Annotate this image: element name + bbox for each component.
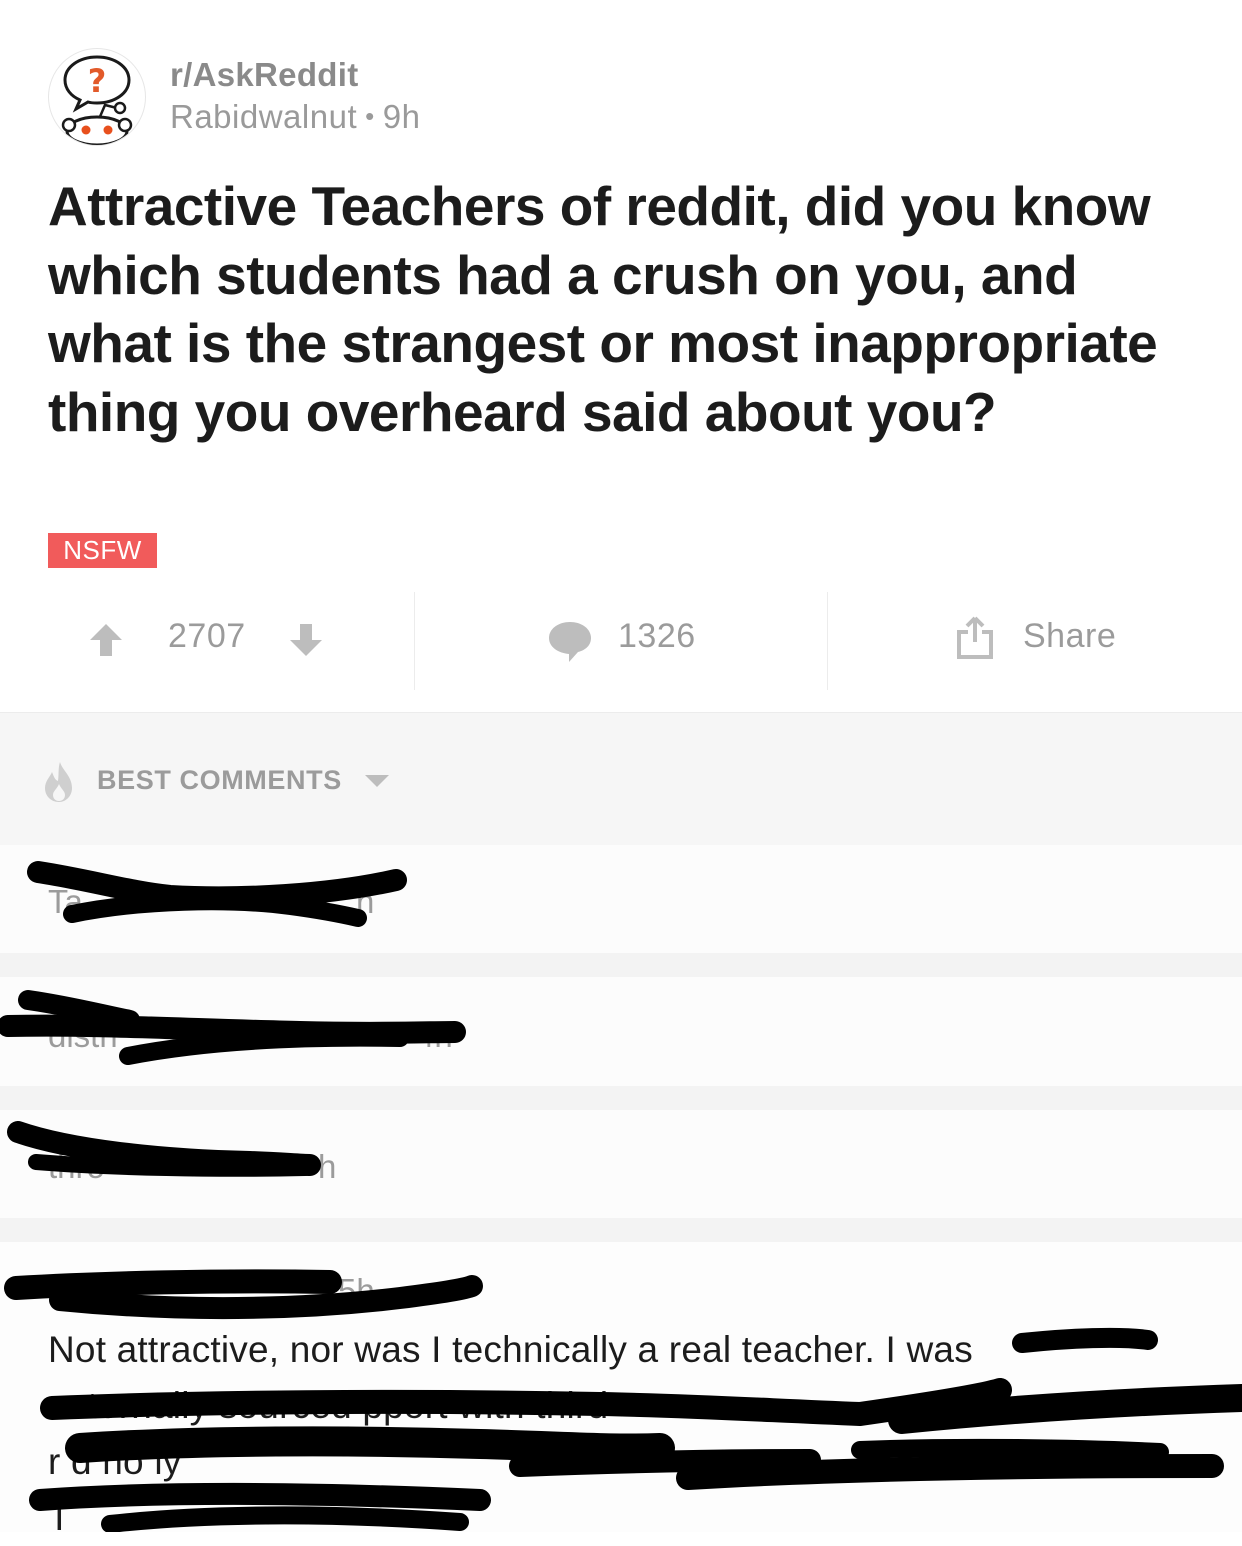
comment-author[interactable]: thro — [48, 1148, 105, 1186]
comment-body-fragment: pport — [362, 1385, 448, 1426]
comment-body-fragment: d no — [71, 1441, 144, 1482]
askreddit-snoo-icon[interactable]: ? — [48, 48, 146, 146]
post-action-bar: 2707 1326 Share — [0, 592, 1242, 690]
subreddit-name[interactable]: r/AskReddit — [170, 56, 359, 94]
comment-body-fragment: externally sourced — [48, 1385, 352, 1426]
share-button[interactable]: Share — [1023, 617, 1116, 656]
flame-icon — [42, 760, 76, 809]
collapsed-comment[interactable]: distri 4h — [0, 977, 1242, 1086]
comment-gap — [0, 953, 1242, 977]
comment-gap — [0, 1086, 1242, 1110]
collapsed-comment[interactable]: thro h — [0, 1110, 1242, 1218]
upvote-icon[interactable] — [88, 622, 124, 663]
comment-author[interactable]: v — [48, 1272, 65, 1310]
comment-age: 5h — [338, 1272, 375, 1309]
sort-label[interactable]: BEST COMMENTS — [97, 765, 342, 796]
comment-body-fragment: with third — [458, 1385, 609, 1426]
comment-bubble-icon[interactable] — [547, 620, 593, 669]
comment-age: n — [356, 883, 375, 920]
comment-author[interactable]: distri — [48, 1017, 118, 1055]
comment-age: 4h — [416, 1017, 453, 1054]
post-age: 9h — [382, 98, 421, 135]
post-title[interactable]: Attractive Teachers of reddit, did you k… — [48, 172, 1208, 446]
svg-text:?: ? — [88, 62, 107, 100]
comment-author[interactable]: Ta — [48, 883, 83, 921]
downvote-icon[interactable] — [288, 622, 324, 663]
post-header: ? r/AskReddit Rabidwalnut • 9h Attractive … — [0, 0, 1242, 712]
comments-sort-bar[interactable]: BEST COMMENTS — [0, 712, 1242, 846]
share-icon[interactable] — [956, 616, 994, 665]
comment-body: Not attractive, nor was I technically a … — [48, 1322, 1208, 1546]
nsfw-badge: NSFW — [48, 533, 157, 568]
author-name[interactable]: Rabidwalnut — [170, 98, 357, 135]
collapsed-comment[interactable]: Ta n — [0, 845, 1242, 953]
meta-separator: • — [365, 101, 375, 131]
caret-down-icon[interactable] — [363, 773, 391, 794]
comment-body-fragment: ly — [154, 1441, 182, 1482]
post-score: 2707 — [168, 617, 246, 655]
action-divider — [414, 592, 415, 690]
comment-age: h — [318, 1148, 337, 1185]
post-meta: Rabidwalnut • 9h — [170, 98, 420, 136]
comment-body-visible: Not attractive, nor was I technically a … — [48, 1329, 876, 1370]
comment-body-fragment: I was — [885, 1329, 973, 1370]
comment-gap — [0, 1218, 1242, 1242]
comment-count[interactable]: 1326 — [618, 617, 696, 656]
action-divider — [827, 592, 828, 690]
comment-body-fragment: r — [48, 1441, 61, 1482]
